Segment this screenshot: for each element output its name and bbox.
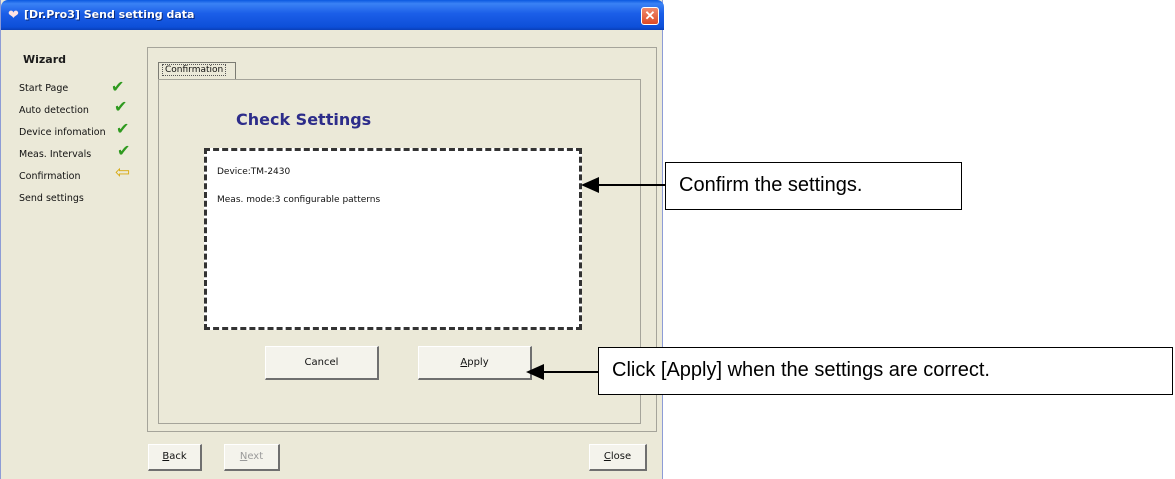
app-heart-icon: ❤ (8, 7, 19, 22)
checkmark-icon: ✔ (117, 143, 131, 160)
callout-click-apply: Click [Apply] when the settings are corr… (598, 347, 1173, 395)
settings-line-device: Device:TM-2430 (217, 167, 291, 177)
close-button[interactable]: Close (589, 444, 647, 471)
close-accelerator: C (603, 451, 611, 462)
wizard-step-auto-detection: Auto detection (19, 105, 89, 116)
wizard-title: Wizard (23, 53, 67, 66)
settings-summary-box: Device:TM-2430 Meas. mode:3 configurable… (204, 148, 582, 330)
callout-confirm-settings: Confirm the settings. (665, 162, 962, 210)
wizard-step-send-settings: Send settings (19, 193, 84, 204)
title-bar[interactable]: ❤ [Dr.Pro3] Send setting data ✕ (1, 0, 664, 30)
window-title: [Dr.Pro3] Send setting data (24, 8, 195, 21)
callout-arrow-line (542, 371, 599, 373)
next-button-label: ext (247, 451, 264, 462)
close-window-button[interactable]: ✕ (641, 7, 659, 25)
settings-line-meas-mode: Meas. mode:3 configurable patterns (217, 195, 381, 205)
apply-button-label: pply (467, 357, 489, 368)
wizard-step-meas-intervals: Meas. Intervals (19, 149, 92, 160)
checkmark-icon: ✔ (111, 79, 125, 96)
cancel-button[interactable]: Cancel (265, 346, 379, 380)
next-button[interactable]: Next (224, 444, 280, 471)
checkmark-icon: ✔ (116, 121, 130, 138)
wizard-step-start-page: Start Page (19, 83, 69, 94)
send-setting-data-window: ❤ [Dr.Pro3] Send setting data ✕ Wizard S… (0, 0, 664, 479)
cancel-button-label: Cancel (304, 357, 339, 368)
tab-confirmation-label: Confirmation (162, 64, 227, 76)
close-button-label: lose (610, 451, 632, 462)
callout-arrow-line (597, 184, 665, 186)
back-button-label: ack (169, 451, 187, 462)
check-settings-heading: Check Settings (236, 110, 372, 129)
wizard-step-confirmation: Confirmation (19, 171, 81, 182)
apply-button[interactable]: Apply (418, 346, 532, 380)
tab-confirmation[interactable]: Confirmation (158, 62, 236, 79)
wizard-step-device-information: Device infomation (19, 127, 106, 138)
checkmark-icon: ✔ (114, 99, 128, 116)
arrow-left-icon: ⇦ (115, 162, 131, 182)
back-button[interactable]: Back (148, 444, 202, 471)
